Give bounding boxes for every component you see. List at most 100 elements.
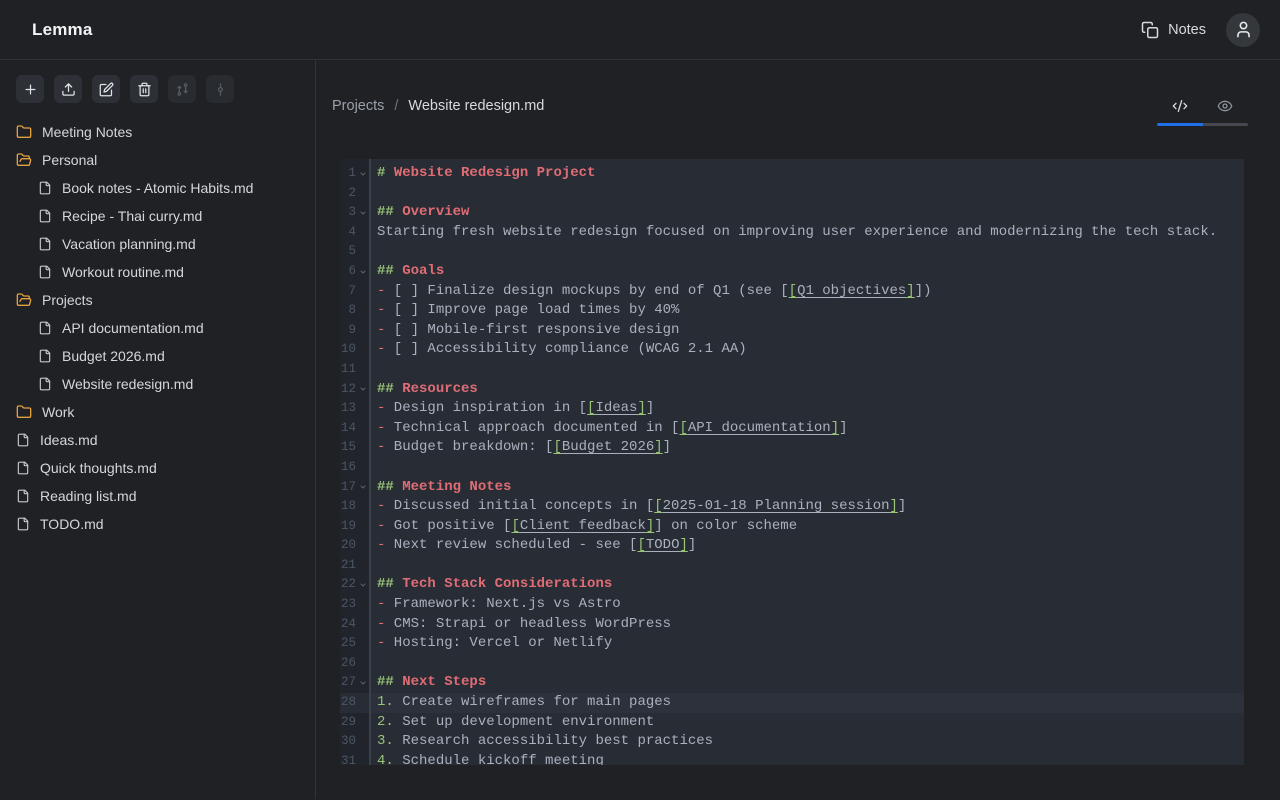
tree-item-reading-list-md[interactable]: Reading list.md: [0, 482, 315, 510]
line-number: 14: [340, 419, 369, 439]
file-tree: Meeting Notes PersonalBook notes - Atomic…: [0, 118, 315, 538]
trash-icon: [137, 82, 152, 97]
editor-code-area[interactable]: # Website Redesign Project ## OverviewSta…: [371, 159, 1244, 765]
line-number: 10: [340, 340, 369, 360]
line-number: 12: [340, 380, 369, 400]
file-icon: [16, 517, 30, 531]
editor-line[interactable]: ## Overview: [371, 203, 1244, 223]
markdown-editor[interactable]: 1234567891011121314151617181920212223242…: [340, 159, 1244, 765]
folder-open-icon: [16, 292, 32, 308]
folder-icon: [16, 124, 32, 140]
line-number: 21: [340, 556, 369, 576]
delete-button[interactable]: [130, 75, 158, 103]
notes-button[interactable]: Notes: [1141, 21, 1206, 39]
breadcrumb-parent[interactable]: Projects: [332, 98, 384, 114]
tree-item-label: Quick thoughts.md: [40, 460, 157, 476]
editor-line[interactable]: 4. Schedule kickoff meeting: [371, 752, 1244, 765]
editor-line[interactable]: 3. Research accessibility best practices: [371, 732, 1244, 752]
tree-item-book-notes-atomic-habits-md[interactable]: Book notes - Atomic Habits.md: [0, 174, 315, 202]
editor-line[interactable]: ## Resources: [371, 380, 1244, 400]
tree-item-label: Work: [42, 404, 74, 420]
editor-line[interactable]: - Got positive [[Client feedback]] on co…: [371, 517, 1244, 537]
editor-line[interactable]: [371, 458, 1244, 478]
tree-item-meeting-notes[interactable]: Meeting Notes: [0, 118, 315, 146]
file-icon: [16, 461, 30, 475]
line-number: 6: [340, 262, 369, 282]
editor-line[interactable]: ## Meeting Notes: [371, 478, 1244, 498]
editor-line[interactable]: 1. Create wireframes for main pages: [371, 693, 1244, 713]
preview-tab[interactable]: [1203, 94, 1249, 118]
editor-line[interactable]: - Hosting: Vercel or Netlify: [371, 634, 1244, 654]
editor-line[interactable]: 2. Set up development environment: [371, 713, 1244, 733]
editor-line[interactable]: - [ ] Mobile-first responsive design: [371, 321, 1244, 341]
line-number: 15: [340, 438, 369, 458]
tree-item-projects[interactable]: Projects: [0, 286, 315, 314]
editor-line[interactable]: - Framework: Next.js vs Astro: [371, 595, 1244, 615]
line-number: 11: [340, 360, 369, 380]
editor-line[interactable]: [371, 360, 1244, 380]
file-icon: [38, 349, 52, 363]
editor-line[interactable]: - Discussed initial concepts in [[2025-0…: [371, 497, 1244, 517]
line-number: 2: [340, 184, 369, 204]
tree-item-website-redesign-md[interactable]: Website redesign.md: [0, 370, 315, 398]
fold-chevron-down-icon[interactable]: [356, 209, 369, 217]
git-compare-button[interactable]: [168, 75, 196, 103]
editor-line[interactable]: - Next review scheduled - see [[TODO]]: [371, 536, 1244, 556]
editor-line[interactable]: [371, 242, 1244, 262]
file-icon: [16, 489, 30, 503]
upload-icon: [61, 82, 76, 97]
fold-chevron-down-icon[interactable]: [356, 170, 369, 178]
file-icon: [16, 433, 30, 447]
tree-item-label: Meeting Notes: [42, 124, 132, 140]
tree-item-vacation-planning-md[interactable]: Vacation planning.md: [0, 230, 315, 258]
tree-item-label: Workout routine.md: [62, 264, 184, 280]
view-tabs-indicator: [1157, 123, 1248, 126]
editor-line[interactable]: ## Tech Stack Considerations: [371, 575, 1244, 595]
editor-line[interactable]: - Technical approach documented in [[API…: [371, 419, 1244, 439]
fold-chevron-down-icon[interactable]: [356, 581, 369, 589]
code-view-tab[interactable]: [1157, 94, 1203, 118]
breadcrumb-separator: /: [394, 98, 398, 114]
tree-item-work[interactable]: Work: [0, 398, 315, 426]
tree-item-quick-thoughts-md[interactable]: Quick thoughts.md: [0, 454, 315, 482]
editor-line[interactable]: - [ ] Accessibility compliance (WCAG 2.1…: [371, 340, 1244, 360]
new-note-button[interactable]: [16, 75, 44, 103]
tree-item-workout-routine-md[interactable]: Workout routine.md: [0, 258, 315, 286]
line-number: 25: [340, 634, 369, 654]
tree-item-ideas-md[interactable]: Ideas.md: [0, 426, 315, 454]
notes-button-label: Notes: [1168, 22, 1206, 38]
editor-line[interactable]: [371, 556, 1244, 576]
editor-line[interactable]: ## Next Steps: [371, 673, 1244, 693]
avatar[interactable]: [1226, 13, 1260, 47]
editor-line[interactable]: - [ ] Improve page load times by 40%: [371, 301, 1244, 321]
tree-item-personal[interactable]: Personal: [0, 146, 315, 174]
editor-line[interactable]: Starting fresh website redesign focused …: [371, 223, 1244, 243]
tree-item-budget-2026-md[interactable]: Budget 2026.md: [0, 342, 315, 370]
editor-line[interactable]: [371, 654, 1244, 674]
tree-item-label: Ideas.md: [40, 432, 98, 448]
editor-line[interactable]: ## Goals: [371, 262, 1244, 282]
tree-item-todo-md[interactable]: TODO.md: [0, 510, 315, 538]
editor-line[interactable]: - Design inspiration in [[Ideas]]: [371, 399, 1244, 419]
upload-button[interactable]: [54, 75, 82, 103]
editor-line[interactable]: - Budget breakdown: [[Budget 2026]]: [371, 438, 1244, 458]
tab-indicator-active: [1157, 123, 1203, 126]
line-number: 20: [340, 536, 369, 556]
tree-item-recipe-thai-curry-md[interactable]: Recipe - Thai curry.md: [0, 202, 315, 230]
editor-line[interactable]: - [ ] Finalize design mockups by end of …: [371, 282, 1244, 302]
line-number: 31: [340, 752, 369, 765]
line-number: 17: [340, 478, 369, 498]
fold-chevron-down-icon[interactable]: [356, 679, 369, 687]
tree-item-api-documentation-md[interactable]: API documentation.md: [0, 314, 315, 342]
fold-chevron-down-icon[interactable]: [356, 385, 369, 393]
editor-line[interactable]: - CMS: Strapi or headless WordPress: [371, 615, 1244, 635]
fold-chevron-down-icon[interactable]: [356, 483, 369, 491]
editor-line[interactable]: # Website Redesign Project: [371, 164, 1244, 184]
editor-line[interactable]: [371, 184, 1244, 204]
fold-chevron-down-icon[interactable]: [356, 268, 369, 276]
app-title: Lemma: [32, 20, 93, 40]
git-commit-button[interactable]: [206, 75, 234, 103]
line-number: 22: [340, 575, 369, 595]
edit-button[interactable]: [92, 75, 120, 103]
edit-icon: [99, 82, 114, 97]
